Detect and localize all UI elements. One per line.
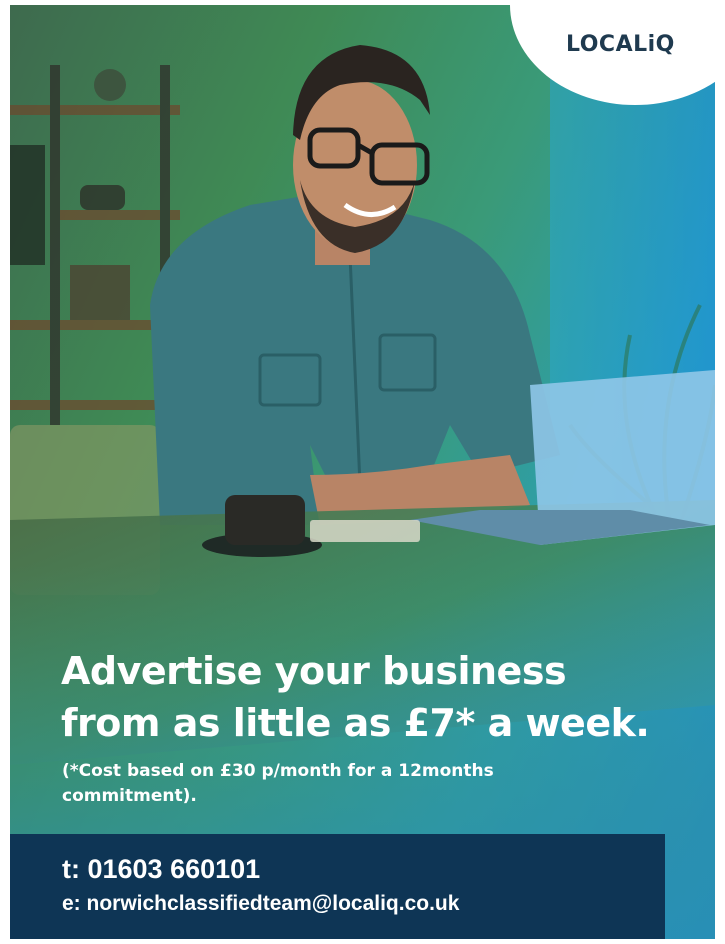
- headline-line-1: Advertise your business: [61, 649, 567, 693]
- notebook: [310, 520, 420, 542]
- advert: LOCALiQ Advertise your business from as …: [10, 5, 715, 939]
- price-footnote: (*Cost based on £30 p/month for a 12mont…: [62, 761, 494, 806]
- brand-logo: LOCALiQ: [566, 32, 675, 57]
- coffee-cup: [225, 495, 305, 545]
- email-address[interactable]: e: norwichclassifiedteam@localiq.co.uk: [62, 892, 459, 916]
- phone-number[interactable]: t: 01603 660101: [62, 854, 260, 885]
- headline-line-2: from as little as £7* a week.: [61, 701, 650, 745]
- contact-panel: t: 01603 660101 e: norwichclassifiedteam…: [10, 834, 665, 939]
- headline: Advertise your business from as little a…: [61, 645, 701, 749]
